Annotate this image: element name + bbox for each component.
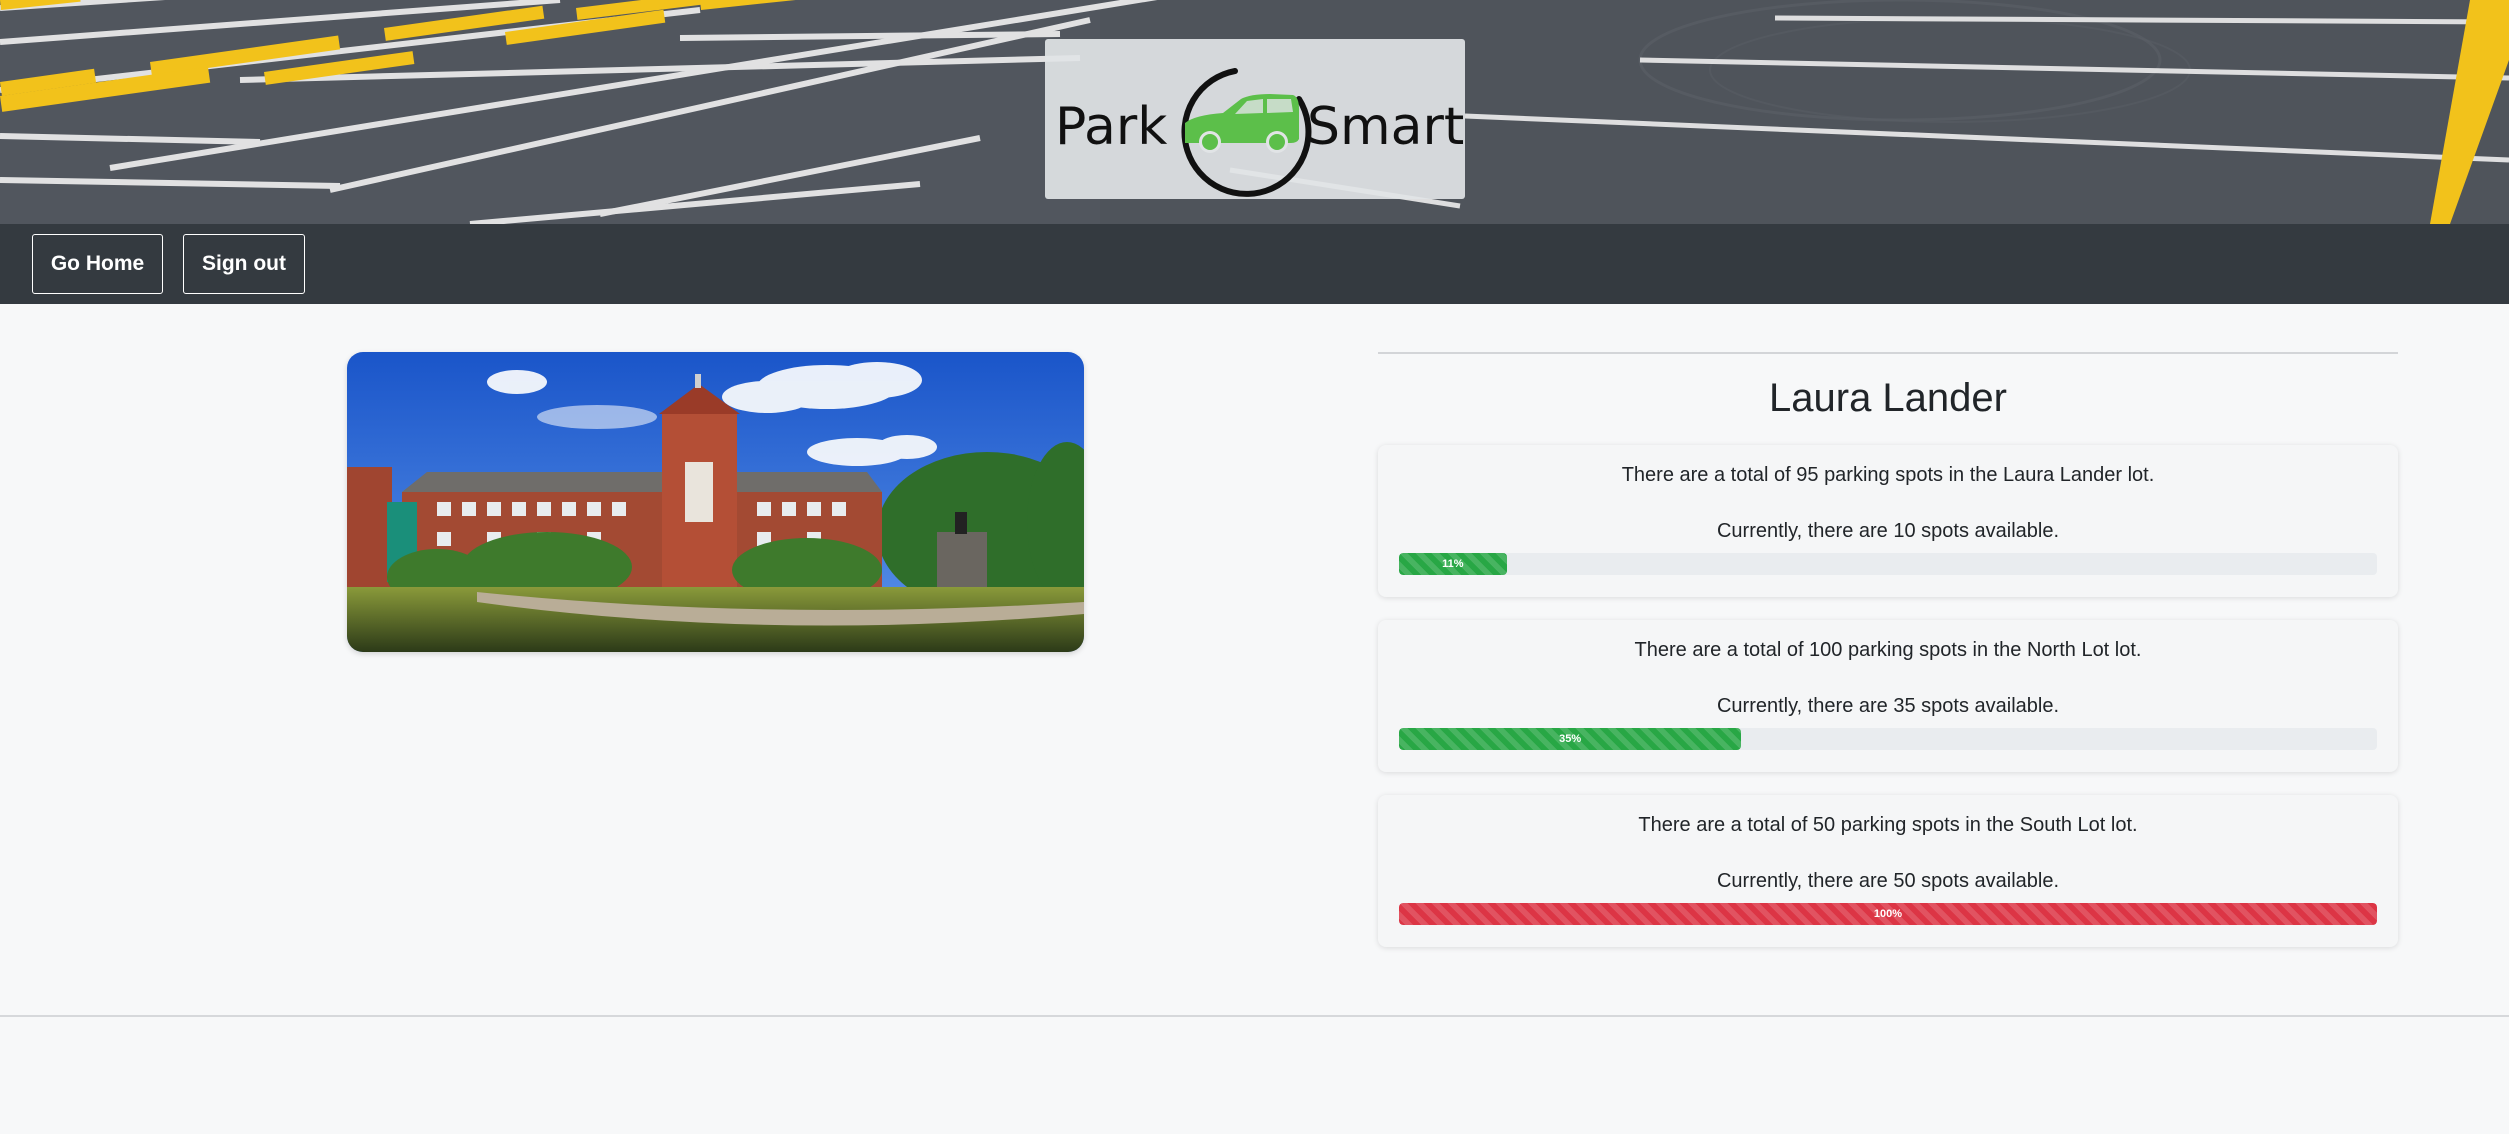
lot-card: There are a total of 50 parking spots in…: [1378, 795, 2398, 947]
lot-available-text: Currently, there are 10 spots available.: [1716, 520, 2060, 542]
availability-progress-bar: 35%: [1399, 728, 1742, 750]
go-home-button[interactable]: Go Home: [32, 234, 163, 294]
logo-text-smart: Smart: [1307, 97, 1464, 157]
park-smart-logo-graphic: Park Smart: [1055, 68, 1464, 197]
lot-total-text: There are a total of 50 parking spots in…: [1638, 814, 2138, 836]
logo-text-park: Park: [1055, 97, 1167, 157]
availability-progress: 100%: [1399, 903, 2377, 925]
car-icon: [1185, 94, 1299, 153]
navbar: Go Home Sign out: [0, 224, 2509, 304]
footer-divider: [0, 1015, 2509, 1017]
header-banner: Park Smart: [0, 0, 2509, 224]
park-smart-logo[interactable]: Park Smart: [1045, 39, 1465, 199]
campus-building-photo: [347, 352, 1084, 652]
lot-available-text: Currently, there are 35 spots available.: [1716, 695, 2060, 717]
availability-progress: 11%: [1399, 553, 2377, 575]
lot-available-text: Currently, there are 50 spots available.: [1716, 870, 2060, 892]
lot-total-text: There are a total of 95 parking spots in…: [1621, 464, 2155, 486]
availability-progress-bar: 100%: [1399, 903, 2377, 925]
sign-out-button[interactable]: Sign out: [183, 234, 305, 294]
lot-card: There are a total of 95 parking spots in…: [1378, 445, 2398, 597]
lot-title: Laura Lander: [1769, 376, 2007, 420]
section-divider: [1378, 352, 2398, 354]
lot-total-text: There are a total of 100 parking spots i…: [1634, 639, 2142, 661]
availability-progress: 35%: [1399, 728, 2377, 750]
lot-card: There are a total of 100 parking spots i…: [1378, 620, 2398, 772]
availability-progress-bar: 11%: [1399, 553, 1507, 575]
